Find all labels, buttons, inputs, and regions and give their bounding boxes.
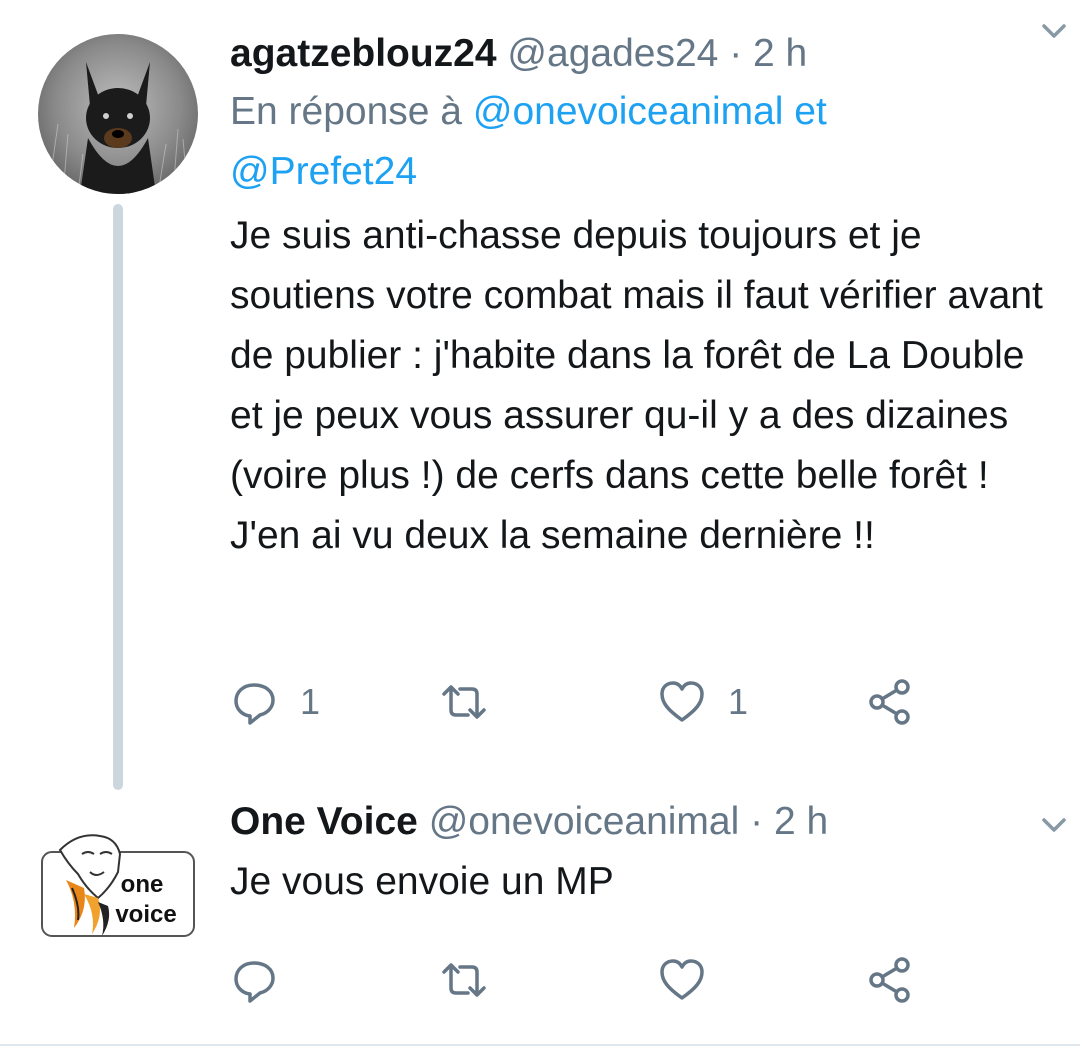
chevron-down-icon[interactable] [1034,10,1074,50]
avatar[interactable]: one voice [38,802,198,962]
timestamp[interactable]: 2 h [774,800,828,843]
tweet-actions: 1 1 [230,672,930,732]
heart-icon [660,959,704,1000]
like-button[interactable]: 1 [658,672,748,732]
tweet-header: One Voice @onevoiceanimal · 2 h [230,798,1050,846]
mention-link[interactable]: @Prefet24 [230,150,417,193]
user-handle[interactable]: @onevoiceanimal [429,800,740,843]
reply-button[interactable] [230,950,300,1010]
retweet-icon [442,685,486,719]
reply-prefix: En réponse à [230,90,463,133]
tweet-actions [230,950,930,1010]
reply-conjunction: et [794,90,827,133]
dog-avatar-image [38,34,198,194]
reply-context: En réponse à @onevoiceanimal et @Prefet2… [230,82,1050,202]
display-name[interactable]: One Voice [230,800,418,843]
like-button[interactable] [658,950,728,1010]
tweet-header: agatzeblouz24 @agades24 · 2 h [230,30,1050,78]
tweet-text: Je vous envoie un MP [230,860,614,903]
separator: · [729,32,743,75]
reply-icon [234,683,275,725]
like-count: 1 [728,681,749,722]
reply-count: 1 [300,681,321,722]
logo-text-one: one [121,871,164,898]
user-handle[interactable]: @agades24 [507,32,718,75]
share-icon [869,957,910,1003]
timestamp[interactable]: 2 h [753,32,807,75]
reply-icon [234,961,275,1003]
tweet[interactable]: one voice One Voice @onevoiceanimal · 2 … [0,790,1080,1046]
share-icon [869,679,910,725]
tweet-content: One Voice @onevoiceanimal · 2 h Je vous … [230,798,1050,912]
separator: · [750,800,764,843]
mention-link[interactable]: @onevoiceanimal [473,90,784,133]
retweet-icon [442,963,486,997]
share-button[interactable] [866,950,914,1010]
tweet-text: Je suis anti-chasse depuis toujours et j… [230,214,1043,557]
display-name[interactable]: agatzeblouz24 [230,32,497,75]
one-voice-logo: one voice [41,834,195,937]
logo-text-voice: voice [115,901,176,928]
tweet-content: agatzeblouz24 @agades24 · 2 h En réponse… [230,30,1050,566]
reply-button[interactable]: 1 [230,672,320,732]
heart-icon [660,681,704,722]
share-button[interactable] [866,672,914,732]
chevron-down-icon[interactable] [1034,804,1074,844]
thread-line [113,204,123,790]
avatar[interactable] [38,34,198,194]
retweet-button[interactable] [440,672,510,732]
tweet[interactable]: agatzeblouz24 @agades24 · 2 h En réponse… [0,0,1080,790]
retweet-button[interactable] [440,950,510,1010]
